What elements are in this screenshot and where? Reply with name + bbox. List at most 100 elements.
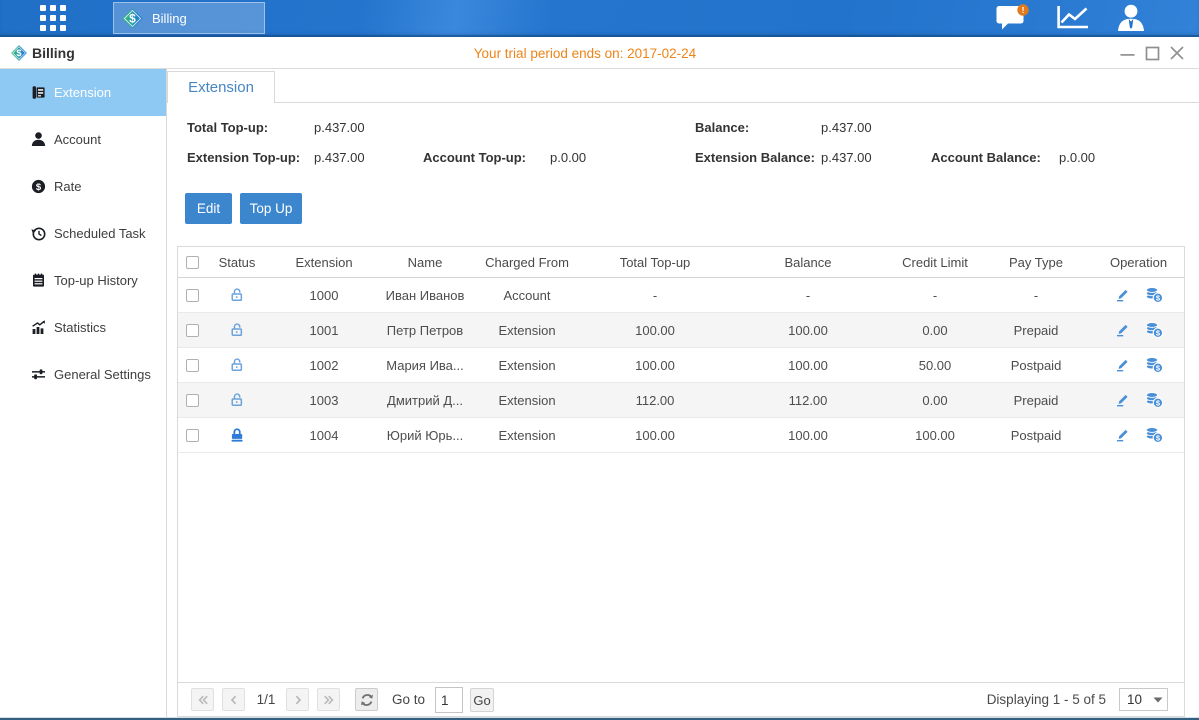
column-header-pay-type[interactable]: Pay Type <box>979 255 1093 270</box>
taskbar-item-billing[interactable]: Billing <box>113 2 265 34</box>
table-header-row: Status Extension Name Charged From Total… <box>178 247 1184 278</box>
lock-open-icon <box>228 286 246 304</box>
cell-name: Мария Ива... <box>381 358 469 373</box>
cell-charged-from: Account <box>469 288 585 303</box>
sidebar-item-label: Rate <box>54 179 81 194</box>
sidebar-item-scheduled-task[interactable]: Scheduled Task <box>0 210 166 257</box>
column-header-name[interactable]: Name <box>381 255 469 270</box>
summary-label-account-balance: Account Balance: <box>931 148 1041 168</box>
cell-balance: 112.00 <box>725 393 891 408</box>
top-up-coins-icon[interactable] <box>1144 426 1164 444</box>
edit-button[interactable]: Edit <box>185 193 232 224</box>
row-checkbox[interactable] <box>186 394 199 407</box>
page-size-dropdown[interactable]: 10 <box>1119 688 1168 711</box>
go-button[interactable]: Go <box>470 688 494 712</box>
select-all-checkbox[interactable] <box>186 256 199 269</box>
sidebar-item-label: Scheduled Task <box>54 226 146 241</box>
top-up-button[interactable]: Top Up <box>240 193 302 224</box>
summary-label-total-topup: Total Top-up: <box>187 118 268 138</box>
top-up-coins-icon[interactable] <box>1144 286 1164 304</box>
taskbar-item-label: Billing <box>152 11 187 26</box>
lock-open-icon <box>228 356 246 374</box>
top-up-coins-icon[interactable] <box>1144 321 1164 339</box>
cell-total-topup: 112.00 <box>585 393 725 408</box>
column-header-operation[interactable]: Operation <box>1093 255 1184 270</box>
next-page-button[interactable] <box>286 688 309 711</box>
top-up-coins-icon[interactable] <box>1144 391 1164 409</box>
row-checkbox[interactable] <box>186 429 199 442</box>
summary-value-extension-balance: p.437.00 <box>821 148 872 168</box>
user-icon[interactable] <box>1117 4 1145 31</box>
tab-strip-divider <box>274 102 1199 103</box>
column-header-credit-limit[interactable]: Credit Limit <box>891 255 979 270</box>
row-checkbox[interactable] <box>186 289 199 302</box>
edit-pencil-icon[interactable] <box>1114 322 1130 338</box>
column-header-extension[interactable]: Extension <box>267 255 381 270</box>
sidebar-item-label: Statistics <box>54 320 106 335</box>
lock-open-icon <box>228 391 246 409</box>
tab-extension[interactable]: Extension <box>167 71 275 103</box>
sidebar-item-topup-history[interactable]: Top-up History <box>0 257 166 304</box>
sidebar-item-account[interactable]: Account <box>0 116 166 163</box>
sidebar-item-label: General Settings <box>54 367 151 382</box>
top-up-coins-icon[interactable] <box>1144 356 1164 374</box>
column-header-total-topup[interactable]: Total Top-up <box>585 255 725 270</box>
table-empty-area <box>178 453 1184 682</box>
cell-credit-limit: 0.00 <box>891 323 979 338</box>
cell-pay-type: Prepaid <box>979 323 1093 338</box>
row-checkbox[interactable] <box>186 359 199 372</box>
column-header-charged-from[interactable]: Charged From <box>469 255 585 270</box>
goto-page-input[interactable] <box>435 687 463 713</box>
cell-total-topup: - <box>585 288 725 303</box>
previous-page-button[interactable] <box>222 688 245 711</box>
edit-pencil-icon[interactable] <box>1114 392 1130 408</box>
screen: Billing Billing Your trial period ends o… <box>0 0 1199 720</box>
summary-value-extension-topup: p.437.00 <box>314 148 365 168</box>
lock-open-icon <box>228 321 246 339</box>
refresh-icon[interactable] <box>355 688 378 711</box>
column-header-status[interactable]: Status <box>207 255 267 270</box>
sidebar-item-general-settings[interactable]: General Settings <box>0 351 166 398</box>
table-row: 1002 Мария Ива... Extension 100.00 100.0… <box>178 348 1184 383</box>
sidebar-item-extension[interactable]: Extension <box>0 69 166 116</box>
first-page-button[interactable] <box>191 688 214 711</box>
cell-charged-from: Extension <box>469 323 585 338</box>
sidebar-item-rate[interactable]: Rate <box>0 163 166 210</box>
window-title-bar: Billing Your trial period ends on: 2017-… <box>0 37 1199 69</box>
close-icon[interactable] <box>1169 45 1185 61</box>
app-launcher-grid-icon[interactable] <box>40 5 66 31</box>
cell-charged-from: Extension <box>469 358 585 373</box>
sidebar-item-label: Extension <box>54 85 111 100</box>
edit-pencil-icon[interactable] <box>1114 357 1130 373</box>
minimize-icon[interactable] <box>1119 45 1135 61</box>
last-page-button[interactable] <box>317 688 340 711</box>
line-chart-icon[interactable] <box>1056 5 1089 30</box>
summary-label-balance: Balance: <box>695 118 749 138</box>
phone-icon <box>30 84 47 101</box>
cell-extension: 1000 <box>267 288 381 303</box>
cell-extension: 1002 <box>267 358 381 373</box>
cell-name: Юрий Юрь... <box>381 428 469 443</box>
column-header-balance[interactable]: Balance <box>725 255 891 270</box>
billing-diamond-dollar-icon <box>121 7 144 30</box>
summary-value-balance: p.437.00 <box>821 118 872 138</box>
summary-value-total-topup: p.437.00 <box>314 118 365 138</box>
row-checkbox[interactable] <box>186 324 199 337</box>
cell-credit-limit: - <box>891 288 979 303</box>
cell-credit-limit: 50.00 <box>891 358 979 373</box>
table-row: 1004 Юрий Юрь... Extension 100.00 100.00… <box>178 418 1184 453</box>
maximize-icon[interactable] <box>1144 45 1160 61</box>
displaying-status: Displaying 1 - 5 of 5 <box>987 683 1106 716</box>
person-icon <box>30 131 47 148</box>
edit-pencil-icon[interactable] <box>1114 427 1130 443</box>
cell-total-topup: 100.00 <box>585 358 725 373</box>
cell-name: Иван Иванов <box>381 288 469 303</box>
sidebar: Extension Account Rate Scheduled Task To… <box>0 69 167 717</box>
table-row: 1000 Иван Иванов Account - - - - <box>178 278 1184 313</box>
sidebar-item-statistics[interactable]: Statistics <box>0 304 166 351</box>
edit-pencil-icon[interactable] <box>1114 287 1130 303</box>
pagination-bar: 1/1 Go to Go Displaying 1 - 5 of 5 10 <box>178 682 1184 716</box>
chat-bubble-icon[interactable] <box>995 3 1029 31</box>
cell-name: Дмитрий Д... <box>381 393 469 408</box>
cell-name: Петр Петров <box>381 323 469 338</box>
